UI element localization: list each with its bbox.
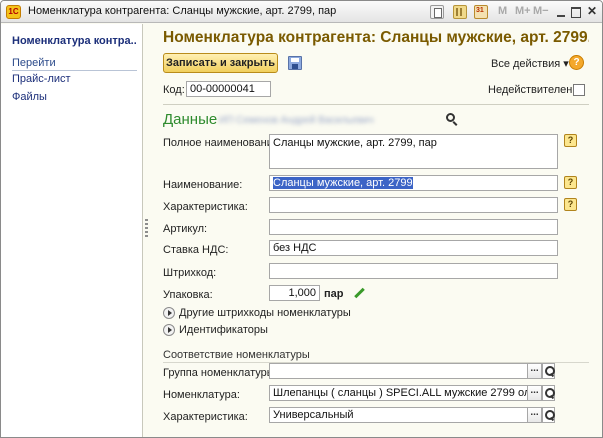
code-label: Код:	[163, 84, 185, 96]
calendar-icon[interactable]	[474, 5, 488, 19]
window-title: Номенклатура контрагента: Сланцы мужские…	[28, 5, 337, 17]
title-bar: 1С Номенклатура контрагента: Сланцы мужс…	[1, 1, 602, 23]
memory-minus-button[interactable]: M−	[533, 5, 549, 17]
characteristic-help-icon[interactable]: ?	[564, 198, 577, 211]
page-title: Номенклатура контрагента: Сланцы мужские…	[163, 29, 589, 46]
save-and-close-button[interactable]: Записать и закрыть	[163, 53, 278, 73]
nomenclature-search-icon[interactable]	[542, 385, 555, 401]
group-search-icon[interactable]	[542, 363, 555, 379]
divider	[163, 104, 589, 105]
close-icon[interactable]: ✕	[585, 5, 599, 19]
characteristic-field[interactable]	[269, 197, 558, 213]
other-barcodes-group[interactable]: Другие штрихкоды номенклатуры	[179, 307, 351, 319]
article-label: Артикул:	[163, 223, 208, 235]
help-icon[interactable]: ?	[569, 55, 584, 70]
expand-other-barcodes-icon[interactable]	[163, 307, 175, 319]
group-field[interactable]	[269, 363, 528, 379]
sidebar-item-current[interactable]: Номенклатура контра...	[12, 35, 136, 47]
sidebar-item-files[interactable]: Файлы	[12, 91, 47, 103]
splitter-handle[interactable]	[145, 219, 148, 237]
characteristic2-field[interactable]: Универсальный	[269, 407, 528, 423]
name-field[interactable]: Сланцы мужские, арт. 2799	[269, 175, 558, 191]
inactive-label: Недействителен:	[488, 84, 576, 96]
memory-m-button[interactable]: M	[498, 5, 507, 17]
packaging-field[interactable]: 1,000	[269, 285, 320, 301]
sidebar-item-price-list[interactable]: Прайс-лист	[12, 73, 71, 85]
search-icon[interactable]	[446, 113, 455, 122]
packaging-unit: пар	[324, 288, 344, 300]
app-window: 1С Номенклатура контрагента: Сланцы мужс…	[0, 0, 603, 438]
calculator-icon[interactable]	[453, 5, 467, 19]
vat-label: Ставка НДС:	[163, 244, 229, 256]
barcode-field[interactable]	[269, 263, 558, 279]
app-logo-icon[interactable]: 1С	[6, 5, 21, 19]
full-name-field[interactable]: Сланцы мужские, арт. 2799, пар	[269, 134, 558, 169]
minimize-icon[interactable]	[554, 5, 568, 19]
nomenclature-select-button[interactable]: ...	[527, 385, 542, 401]
characteristic-label: Характеристика:	[163, 201, 248, 213]
full-name-help-icon[interactable]: ?	[564, 134, 577, 147]
name-help-icon[interactable]: ?	[564, 176, 577, 189]
save-icon[interactable]	[288, 56, 302, 70]
sidebar-section-goto: Перейти	[12, 57, 137, 71]
full-name-label: Полное наименование:	[163, 137, 283, 149]
name-label: Наименование:	[163, 179, 243, 191]
form-area: Номенклатура контрагента: Сланцы мужские…	[151, 24, 601, 437]
mapping-section-title: Соответствие номенклатуры	[163, 349, 310, 361]
inactive-checkbox[interactable]	[573, 84, 585, 96]
sidebar: Номенклатура контра... Перейти Прайс-лис…	[1, 24, 143, 437]
data-section-title: Данные	[163, 111, 218, 128]
vat-field[interactable]: без НДС	[269, 240, 558, 256]
group-select-button[interactable]: ...	[527, 363, 542, 379]
characteristic2-select-button[interactable]: ...	[527, 407, 542, 423]
data-section-owner: ИП Семенов Андрей Васильевич	[219, 115, 374, 126]
article-field[interactable]	[269, 219, 558, 235]
pencil-icon[interactable]	[354, 288, 365, 299]
expand-identifiers-icon[interactable]	[163, 324, 175, 336]
all-actions-menu[interactable]: Все действия ▾	[491, 57, 569, 70]
characteristic2-search-icon[interactable]	[542, 407, 555, 423]
barcode-label: Штрихкод:	[163, 267, 217, 279]
group-label: Группа номенклатуры:	[163, 367, 278, 379]
maximize-icon[interactable]	[569, 5, 583, 19]
code-field[interactable]: 00-00000041	[186, 81, 271, 97]
nomenclature-field[interactable]: Шлепанцы ( сланцы ) SPECI.ALL мужские 27…	[269, 385, 528, 401]
packaging-label: Упаковка:	[163, 289, 213, 301]
nomenclature-label: Номенклатура:	[163, 389, 240, 401]
document-icon[interactable]	[430, 5, 444, 19]
identifiers-group[interactable]: Идентификаторы	[179, 324, 268, 336]
memory-plus-button[interactable]: M+	[515, 5, 531, 17]
characteristic2-label: Характеристика:	[163, 411, 248, 423]
